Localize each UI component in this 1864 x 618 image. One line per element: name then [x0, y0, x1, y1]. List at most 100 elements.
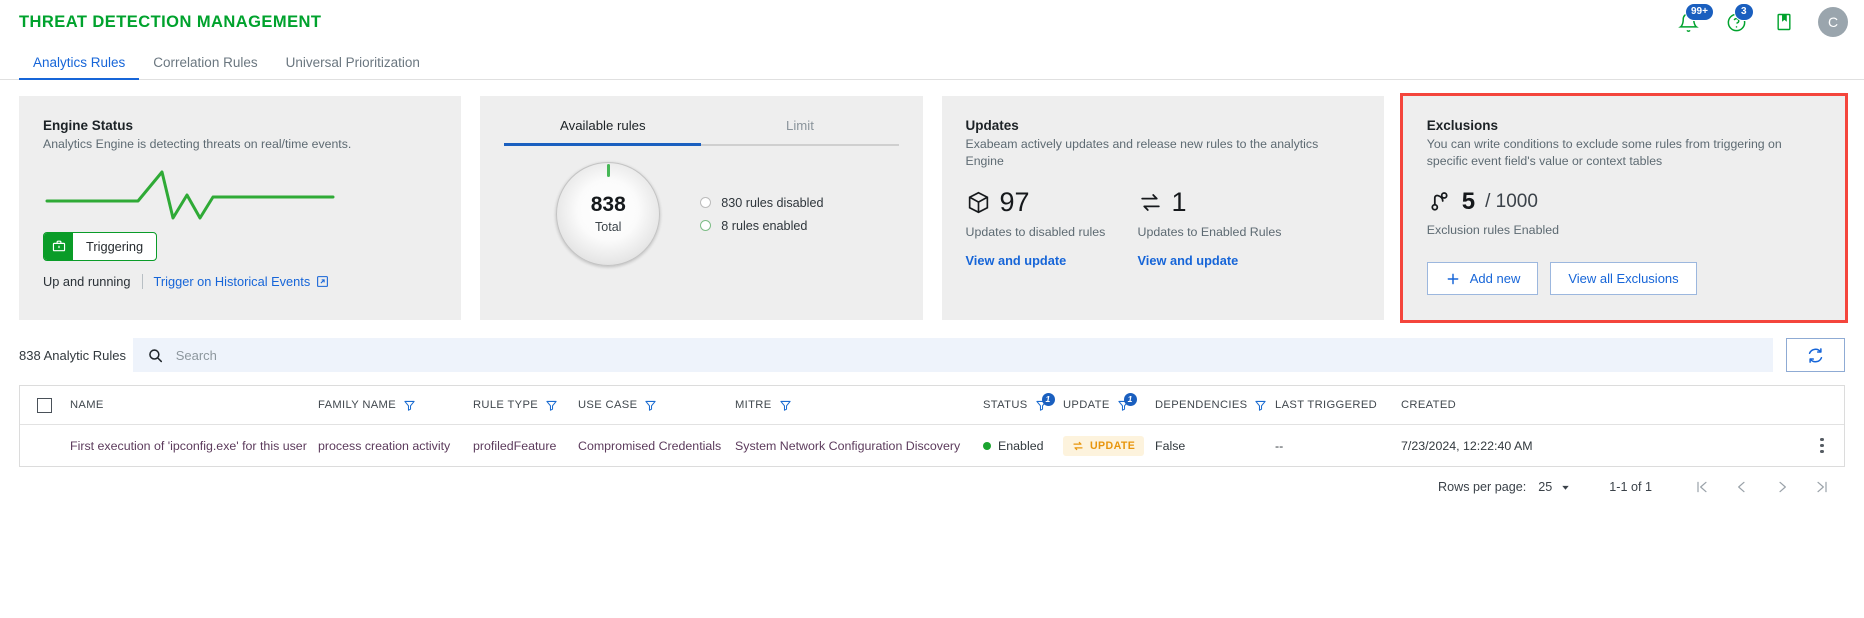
rows-per-page-value: 25: [1538, 480, 1553, 494]
exclusions-value: 5: [1461, 187, 1476, 215]
column-header-name[interactable]: NAME: [68, 399, 318, 411]
table-header-row: NAME FAMILY NAME RULE TYPE USE CASE MITR…: [20, 386, 1844, 425]
column-label-status: STATUS: [983, 399, 1028, 411]
filter-icon-family-name[interactable]: [403, 399, 416, 412]
column-header-last-triggered[interactable]: LAST TRIGGERED: [1275, 399, 1401, 411]
column-header-rule-type[interactable]: RULE TYPE: [473, 399, 578, 412]
chevron-left-icon: [1738, 481, 1745, 493]
add-new-button[interactable]: Add new: [1426, 262, 1539, 296]
legend-item-disabled[interactable]: 830 rules disabled: [700, 196, 823, 210]
prev-page-button[interactable]: [1722, 470, 1762, 504]
cube-icon: [968, 191, 988, 214]
select-all-cell: [20, 397, 68, 413]
engine-trigger-badge[interactable]: Triggering: [43, 231, 158, 261]
cell-name: First execution of 'ipconfig.exe' for th…: [70, 438, 307, 453]
column-header-update[interactable]: UPDATE 1: [1063, 392, 1155, 412]
metric-enabled-updates: 1 Updates to Enabled Rules View and upda…: [1137, 189, 1310, 269]
pagination-range: 1-1 of 1: [1609, 480, 1652, 494]
engine-status-line: Up and running Trigger on Historical Eve…: [43, 273, 437, 289]
tab-limit[interactable]: Limit: [701, 118, 899, 146]
donut-total-label: Total: [595, 220, 622, 234]
bookmarks-button[interactable]: [1770, 8, 1798, 36]
filter-count-badge-status: 1: [1041, 392, 1055, 406]
available-rules-card: Available rules Limit 838 Total 830 rule…: [480, 96, 923, 320]
search-input[interactable]: [175, 347, 1759, 363]
tab-analytics-rules[interactable]: Analytics Rules: [19, 55, 140, 80]
column-header-mitre[interactable]: MITRE: [735, 399, 983, 412]
legend-label-disabled: 830 rules disabled: [721, 195, 824, 210]
help-badge: 3: [1734, 3, 1754, 21]
rules-donut-chart: 838 Total: [556, 162, 661, 266]
first-page-button[interactable]: [1682, 470, 1722, 504]
legend-item-enabled[interactable]: 8 rules enabled: [700, 219, 823, 233]
search-box[interactable]: [133, 338, 1773, 372]
tab-correlation-rules[interactable]: Correlation Rules: [139, 55, 271, 79]
update-badge[interactable]: UPDATE: [1063, 435, 1145, 456]
exclusions-denominator: / 1000: [1485, 190, 1538, 212]
rows-per-page-label: Rows per page:: [1438, 480, 1527, 494]
refresh-button[interactable]: [1786, 338, 1845, 372]
column-label-family-name: FAMILY NAME: [318, 399, 397, 411]
column-header-dependencies[interactable]: DEPENDENCIES: [1155, 399, 1275, 412]
status-badge: Enabled: [983, 439, 1063, 453]
analytic-rules-table: NAME FAMILY NAME RULE TYPE USE CASE MITR…: [19, 385, 1845, 467]
column-header-status[interactable]: STATUS 1: [983, 392, 1063, 412]
row-menu-icon[interactable]: [1820, 437, 1824, 454]
cell-status: Enabled: [983, 439, 1063, 453]
notifications-badge: 99+: [1685, 3, 1714, 21]
main-tabs: Analytics Rules Correlation Rules Univer…: [0, 44, 1864, 80]
briefcase-icon: [44, 232, 73, 260]
view-and-update-disabled-link[interactable]: View and update: [966, 253, 1138, 268]
refresh-icon: [1808, 347, 1823, 363]
view-all-exclusions-button[interactable]: View all Exclusions: [1550, 262, 1697, 296]
column-header-family-name[interactable]: FAMILY NAME: [318, 399, 473, 412]
cell-last-triggered: --: [1275, 438, 1284, 453]
column-header-use-case[interactable]: USE CASE: [578, 399, 735, 412]
summary-cards: Engine Status Analytics Engine is detect…: [0, 80, 1864, 323]
filter-icon-rule-type[interactable]: [545, 399, 558, 412]
exclusions-card: Exclusions You can write conditions to e…: [1399, 93, 1849, 323]
column-header-created[interactable]: CREATED: [1401, 399, 1800, 411]
table-row[interactable]: First execution of 'ipconfig.exe' for th…: [20, 425, 1844, 466]
available-rules-tabs: Available rules Limit: [504, 118, 899, 146]
filter-icon-mitre[interactable]: [779, 399, 792, 412]
update-badge-label: UPDATE: [1090, 439, 1136, 452]
cell-update: UPDATE: [1063, 435, 1155, 456]
metric-enabled-label: Updates to Enabled Rules: [1137, 225, 1282, 240]
metric-enabled-top: 1: [1138, 189, 1310, 216]
notifications-button[interactable]: 99+: [1674, 3, 1714, 36]
last-page-button[interactable]: [1802, 470, 1842, 504]
view-and-update-enabled-link[interactable]: View and update: [1138, 253, 1310, 268]
first-page-icon: [1697, 481, 1707, 493]
filter-count-badge-update: 1: [1123, 392, 1137, 406]
rows-per-page-select[interactable]: 25: [1538, 480, 1571, 494]
chevron-right-icon: [1779, 481, 1786, 493]
row-actions-cell: [1800, 437, 1844, 454]
cell-mitre: System Network Configuration Discovery: [735, 438, 961, 453]
select-all-checkbox[interactable]: [36, 397, 52, 413]
column-label-rule-type: RULE TYPE: [473, 399, 539, 411]
top-bar-actions: 99+ 3 C: [1674, 0, 1848, 44]
tab-available-rules[interactable]: Available rules: [504, 118, 702, 146]
next-page-button[interactable]: [1762, 470, 1802, 504]
engine-status-text: Up and running: [43, 273, 131, 289]
engine-trigger-label: Triggering: [86, 238, 144, 254]
avatar[interactable]: C: [1818, 7, 1848, 37]
help-button[interactable]: 3: [1722, 3, 1754, 36]
column-label-dependencies: DEPENDENCIES: [1155, 399, 1248, 411]
external-link-icon[interactable]: [316, 275, 329, 288]
filter-icon-status[interactable]: 1: [1035, 392, 1055, 412]
exclusions-actions: Add new View all Exclusions: [1426, 262, 1821, 296]
status-dot-icon: [983, 441, 991, 450]
available-rules-chart: 838 Total 830 rules disabled 8 rules ena…: [504, 162, 898, 266]
cell-dependencies: False: [1155, 438, 1186, 453]
legend-dot-icon: [700, 197, 712, 208]
cell-created: 7/23/2024, 12:22:40 AM: [1401, 438, 1533, 453]
filter-icon-update[interactable]: 1: [1117, 392, 1137, 412]
filter-icon-dependencies[interactable]: [1254, 399, 1267, 412]
trigger-historical-events-link[interactable]: Trigger on Historical Events: [154, 274, 311, 289]
tab-universal-prioritization[interactable]: Universal Prioritization: [272, 55, 434, 79]
filter-icon-use-case[interactable]: [644, 399, 657, 412]
cell-use-case: Compromised Credentials: [578, 438, 722, 453]
swap-icon: [1140, 194, 1160, 212]
